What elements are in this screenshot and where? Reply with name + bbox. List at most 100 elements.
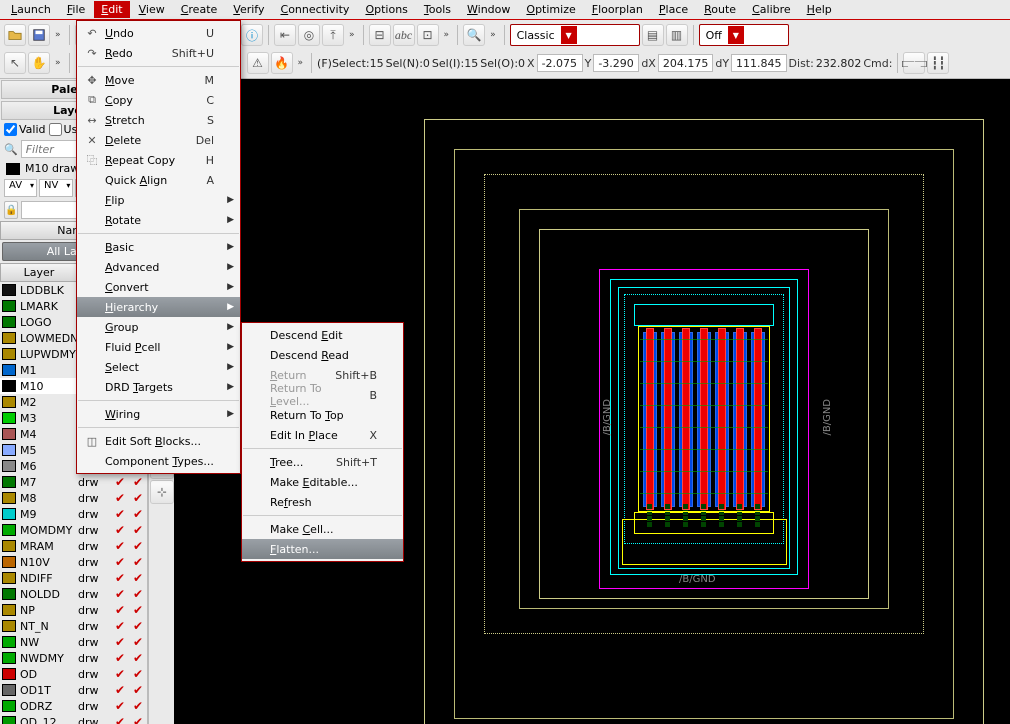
layer-row[interactable]: NWdrw✔✔ bbox=[0, 634, 147, 650]
layer-visible-check[interactable]: ✔ bbox=[111, 603, 129, 617]
layer-lock-button[interactable]: 🔒 bbox=[4, 201, 18, 219]
menu-item-copy[interactable]: ⧉CopyC bbox=[77, 90, 240, 110]
toolbar-more-1[interactable]: » bbox=[52, 30, 64, 40]
layer-selectable-check[interactable]: ✔ bbox=[129, 539, 147, 553]
layer-row[interactable]: NDIFFdrw✔✔ bbox=[0, 570, 147, 586]
menu-item-wiring[interactable]: Wiring▶ bbox=[77, 404, 240, 424]
menu-item-basic[interactable]: Basic▶ bbox=[77, 237, 240, 257]
layer-selectable-check[interactable]: ✔ bbox=[129, 603, 147, 617]
menu-item-flatten[interactable]: Flatten... bbox=[242, 539, 403, 559]
layer-visible-check[interactable]: ✔ bbox=[111, 587, 129, 601]
workspace-combo[interactable]: Classic ▼ bbox=[510, 24, 640, 46]
menu-item-select[interactable]: Select▶ bbox=[77, 357, 240, 377]
layer-visible-check[interactable]: ✔ bbox=[111, 571, 129, 585]
menu-item-refresh[interactable]: Refresh bbox=[242, 492, 403, 512]
layer-selectable-check[interactable]: ✔ bbox=[129, 651, 147, 665]
abut-button[interactable]: ⫍⫎ bbox=[903, 52, 925, 74]
menu-verify[interactable]: Verify bbox=[226, 1, 271, 18]
open-button[interactable] bbox=[4, 24, 26, 46]
menu-item-quick-align[interactable]: Quick AlignA bbox=[77, 170, 240, 190]
menu-create[interactable]: Create bbox=[174, 1, 225, 18]
menu-route[interactable]: Route bbox=[697, 1, 743, 18]
menu-item-repeat-copy[interactable]: ⿻Repeat CopyH bbox=[77, 150, 240, 170]
layer-visible-check[interactable]: ✔ bbox=[111, 683, 129, 697]
menu-place[interactable]: Place bbox=[652, 1, 695, 18]
layer-selectable-check[interactable]: ✔ bbox=[129, 491, 147, 505]
layer-row[interactable]: NT_Ndrw✔✔ bbox=[0, 618, 147, 634]
layer-visible-check[interactable]: ✔ bbox=[111, 475, 129, 489]
layer-selectable-check[interactable]: ✔ bbox=[129, 715, 147, 724]
layer-visible-check[interactable]: ✔ bbox=[111, 523, 129, 537]
menu-tools[interactable]: Tools bbox=[417, 1, 458, 18]
layer-row[interactable]: NPdrw✔✔ bbox=[0, 602, 147, 618]
align-left-button[interactable]: ⇤ bbox=[274, 24, 296, 46]
menu-item-move[interactable]: ✥MoveM bbox=[77, 70, 240, 90]
layer-visible-check[interactable]: ✔ bbox=[111, 491, 129, 505]
menu-view[interactable]: View bbox=[132, 1, 172, 18]
layer-selectable-check[interactable]: ✔ bbox=[129, 475, 147, 489]
menu-item-edit-soft-blocks[interactable]: ◫Edit Soft Blocks... bbox=[77, 431, 240, 451]
layer-selectable-check[interactable]: ✔ bbox=[129, 587, 147, 601]
menu-item-component-types[interactable]: Component Types... bbox=[77, 451, 240, 471]
menu-item-return-to-top[interactable]: Return To Top bbox=[242, 405, 403, 425]
target-button[interactable]: ◎ bbox=[298, 24, 320, 46]
menu-optimize[interactable]: Optimize bbox=[519, 1, 582, 18]
layer-row[interactable]: NWDMYdrw✔✔ bbox=[0, 650, 147, 666]
layer-row[interactable]: N10Vdrw✔✔ bbox=[0, 554, 147, 570]
toolbar-more-5[interactable]: » bbox=[487, 30, 499, 40]
layer-selectable-check[interactable]: ✔ bbox=[129, 699, 147, 713]
menu-item-descend-edit[interactable]: Descend Edit bbox=[242, 325, 403, 345]
layer-row[interactable]: M9drw✔✔ bbox=[0, 506, 147, 522]
menu-calibre[interactable]: Calibre bbox=[745, 1, 798, 18]
layer-visible-check[interactable]: ✔ bbox=[111, 539, 129, 553]
highlight-combo-arrow[interactable]: ▼ bbox=[728, 26, 744, 44]
menu-item-delete[interactable]: ✕DeleteDel bbox=[77, 130, 240, 150]
layer-row[interactable]: M8drw✔✔ bbox=[0, 490, 147, 506]
menu-item-drd-targets[interactable]: DRD Targets▶ bbox=[77, 377, 240, 397]
layer-visible-check[interactable]: ✔ bbox=[111, 667, 129, 681]
drc-check-button[interactable]: ⚠ bbox=[247, 52, 269, 74]
menu-item-redo[interactable]: ↷RedoShift+U bbox=[77, 43, 240, 63]
layer-row[interactable]: MRAMdrw✔✔ bbox=[0, 538, 147, 554]
menu-window[interactable]: Window bbox=[460, 1, 517, 18]
equalize-button[interactable]: ┇┇ bbox=[927, 52, 949, 74]
menu-file[interactable]: File bbox=[60, 1, 92, 18]
drc-fire-button[interactable]: 🔥 bbox=[271, 52, 293, 74]
col-layer[interactable]: Layer bbox=[0, 263, 78, 282]
layout-a-button[interactable]: ▤ bbox=[642, 24, 664, 46]
align-top-button[interactable]: ⤒ bbox=[322, 24, 344, 46]
layer-selectable-check[interactable]: ✔ bbox=[129, 507, 147, 521]
layer-selectable-check[interactable]: ✔ bbox=[129, 571, 147, 585]
via-button[interactable]: ⊡ bbox=[417, 24, 439, 46]
layer-selectable-check[interactable]: ✔ bbox=[129, 555, 147, 569]
menu-item-fluid-pcell[interactable]: Fluid Pcell▶ bbox=[77, 337, 240, 357]
layer-row[interactable]: OD_12drw✔✔ bbox=[0, 714, 147, 724]
valid-checkbox[interactable]: Valid bbox=[4, 123, 46, 136]
menu-item-make-editable[interactable]: Make Editable... bbox=[242, 472, 403, 492]
layer-visible-check[interactable]: ✔ bbox=[111, 555, 129, 569]
menu-edit[interactable]: Edit bbox=[94, 1, 129, 18]
layer-visible-check[interactable]: ✔ bbox=[111, 651, 129, 665]
menu-item-flip[interactable]: Flip▶ bbox=[77, 190, 240, 210]
layer-row[interactable]: OD1Tdrw✔✔ bbox=[0, 682, 147, 698]
layout-b-button[interactable]: ▥ bbox=[666, 24, 688, 46]
layer-selectable-check[interactable]: ✔ bbox=[129, 635, 147, 649]
layer-selectable-check[interactable]: ✔ bbox=[129, 523, 147, 537]
menu-options[interactable]: Options bbox=[358, 1, 414, 18]
menu-item-make-cell[interactable]: Make Cell... bbox=[242, 519, 403, 539]
toolbar2-more-1[interactable]: » bbox=[52, 58, 64, 68]
highlight-combo[interactable]: Off ▼ bbox=[699, 24, 789, 46]
menu-floorplan[interactable]: Floorplan bbox=[585, 1, 650, 18]
menu-item-advanced[interactable]: Advanced▶ bbox=[77, 257, 240, 277]
select-tool[interactable]: ↖ bbox=[4, 52, 26, 74]
zoom-button[interactable]: 🔍 bbox=[463, 24, 485, 46]
layer-row[interactable]: ODRZdrw✔✔ bbox=[0, 698, 147, 714]
menu-launch[interactable]: Launch bbox=[4, 1, 58, 18]
av-select[interactable]: AV bbox=[4, 179, 37, 197]
layer-row[interactable]: ODdrw✔✔ bbox=[0, 666, 147, 682]
side-tool-16[interactable]: ⊹ bbox=[150, 480, 174, 504]
menu-item-descend-read[interactable]: Descend Read bbox=[242, 345, 403, 365]
save-button[interactable] bbox=[28, 24, 50, 46]
menu-item-undo[interactable]: ↶UndoU bbox=[77, 23, 240, 43]
workspace-combo-arrow[interactable]: ▼ bbox=[561, 26, 577, 44]
